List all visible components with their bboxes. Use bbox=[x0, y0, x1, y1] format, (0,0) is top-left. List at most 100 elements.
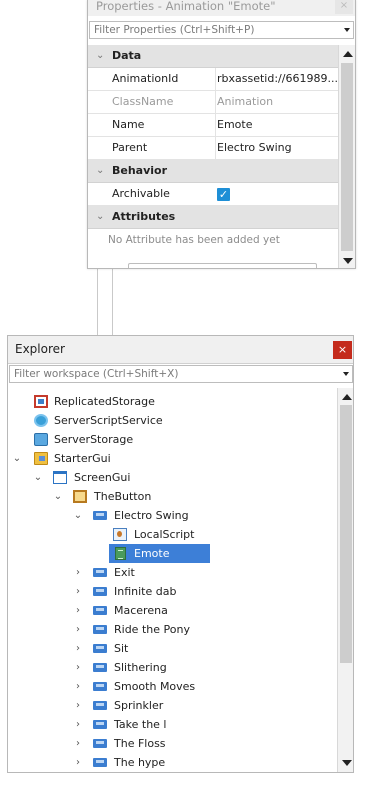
background-divider bbox=[112, 268, 113, 335]
properties-grid: ⌄ Data AnimationId rbxassetid://661989..… bbox=[88, 45, 338, 252]
property-row-animationid[interactable]: AnimationId rbxassetid://661989... bbox=[88, 68, 338, 91]
archivable-checkbox[interactable]: ✓ bbox=[217, 188, 230, 201]
tree-item-serverscriptservice[interactable]: ServerScriptService bbox=[8, 411, 336, 430]
animation-icon bbox=[93, 511, 107, 520]
explorer-filter-input[interactable]: Filter workspace (Ctrl+Shift+X) bbox=[9, 365, 353, 383]
scroll-up-icon[interactable] bbox=[342, 394, 352, 400]
properties-panel: Properties - Animation "Emote" × Filter … bbox=[87, 0, 356, 269]
explorer-title: Explorer bbox=[15, 342, 65, 356]
tree-item-electro-swing[interactable]: ⌄ Electro Swing bbox=[8, 506, 336, 525]
tree-item-infinite-dab[interactable]: › Infinite dab bbox=[8, 582, 336, 601]
tree-item-label: Exit bbox=[114, 566, 135, 579]
tree-item-label: The hype bbox=[114, 756, 166, 769]
chevron-down-icon[interactable] bbox=[343, 372, 349, 376]
tree-item-label: ServerStorage bbox=[54, 433, 134, 446]
tree-item-take-the-l[interactable]: › Take the l bbox=[8, 715, 336, 734]
animation-icon bbox=[93, 663, 107, 672]
property-value[interactable]: rbxassetid://661989... bbox=[215, 68, 340, 90]
explorer-scrollbar[interactable] bbox=[337, 388, 353, 772]
section-data-header[interactable]: ⌄ Data bbox=[88, 45, 338, 68]
property-row-name[interactable]: Name Emote bbox=[88, 114, 338, 137]
property-name: Parent bbox=[112, 141, 148, 154]
tree-item-thebutton[interactable]: ⌄ TheButton bbox=[8, 487, 336, 506]
tree-item-sprinkler[interactable]: › Sprinkler bbox=[8, 696, 336, 715]
add-attribute-button[interactable] bbox=[128, 263, 317, 268]
tree-item-label: TheButton bbox=[94, 490, 152, 503]
chevron-right-icon[interactable]: › bbox=[73, 677, 83, 696]
local-script-icon bbox=[113, 528, 127, 541]
chevron-right-icon[interactable]: › bbox=[73, 715, 83, 734]
scrollbar-thumb[interactable] bbox=[341, 63, 353, 251]
tree-item-slithering[interactable]: › Slithering bbox=[8, 658, 336, 677]
tree-item-label: The Floss bbox=[114, 737, 166, 750]
chevron-right-icon[interactable]: › bbox=[73, 639, 83, 658]
server-storage-icon bbox=[34, 433, 48, 446]
screen-gui-icon bbox=[53, 471, 67, 484]
tree-item-replicatedstorage[interactable]: ReplicatedStorage bbox=[8, 392, 336, 411]
chevron-right-icon[interactable]: › bbox=[73, 582, 83, 601]
animation-icon bbox=[93, 758, 107, 767]
properties-filter-placeholder: Filter Properties (Ctrl+Shift+P) bbox=[94, 24, 255, 36]
chevron-down-icon[interactable]: ⌄ bbox=[73, 506, 83, 525]
chevron-right-icon[interactable]: › bbox=[73, 601, 83, 620]
tree-item-the-floss[interactable]: › The Floss bbox=[8, 734, 336, 753]
animation-icon bbox=[93, 587, 107, 596]
tree-item-label: StarterGui bbox=[54, 452, 111, 465]
explorer-close-button[interactable]: × bbox=[333, 341, 352, 359]
animation-emote-icon bbox=[115, 547, 126, 560]
properties-filter-input[interactable]: Filter Properties (Ctrl+Shift+P) bbox=[89, 21, 354, 39]
section-behavior-header[interactable]: ⌄ Behavior bbox=[88, 160, 338, 183]
chevron-right-icon[interactable]: › bbox=[73, 696, 83, 715]
explorer-filter-placeholder: Filter workspace (Ctrl+Shift+X) bbox=[14, 368, 179, 380]
chevron-right-icon[interactable]: › bbox=[73, 753, 83, 772]
animation-icon bbox=[93, 644, 107, 653]
tree-item-emote[interactable]: Emote bbox=[109, 544, 336, 563]
tree-item-label: LocalScript bbox=[134, 528, 195, 541]
chevron-right-icon[interactable]: › bbox=[73, 620, 83, 639]
animation-icon bbox=[93, 568, 107, 577]
chevron-down-icon[interactable] bbox=[344, 28, 350, 32]
chevron-right-icon[interactable]: › bbox=[73, 658, 83, 677]
tree-item-ride-the-pony[interactable]: › Ride the Pony bbox=[8, 620, 336, 639]
scrollbar-thumb[interactable] bbox=[340, 405, 352, 663]
starter-gui-icon bbox=[34, 452, 48, 465]
chevron-down-icon[interactable]: ⌄ bbox=[12, 449, 22, 468]
tree-item-macerena[interactable]: › Macerena bbox=[8, 601, 336, 620]
tree-item-label: Macerena bbox=[114, 604, 168, 617]
properties-scrollbar[interactable] bbox=[338, 45, 355, 268]
tree-item-startergui[interactable]: ⌄ StarterGui bbox=[8, 449, 336, 468]
property-value[interactable]: Emote bbox=[215, 114, 340, 136]
chevron-down-icon[interactable]: ⌄ bbox=[33, 468, 43, 487]
properties-close-button[interactable]: × bbox=[335, 0, 353, 14]
tree-item-label: ScreenGui bbox=[74, 471, 131, 484]
property-value[interactable]: Electro Swing bbox=[215, 137, 340, 159]
property-name: Archivable bbox=[112, 187, 170, 200]
tree-item-exit[interactable]: › Exit bbox=[8, 563, 336, 582]
scroll-up-icon[interactable] bbox=[343, 51, 353, 57]
tree-item-localscript[interactable]: LocalScript bbox=[8, 525, 336, 544]
chevron-down-icon[interactable]: ⌄ bbox=[96, 45, 104, 67]
scroll-down-icon[interactable] bbox=[342, 760, 352, 766]
chevron-down-icon[interactable]: ⌄ bbox=[53, 487, 63, 506]
chevron-right-icon[interactable]: › bbox=[73, 563, 83, 582]
animation-icon bbox=[93, 682, 107, 691]
animation-icon bbox=[93, 720, 107, 729]
explorer-titlebar: Explorer bbox=[8, 336, 353, 364]
chevron-down-icon[interactable]: ⌄ bbox=[96, 160, 104, 182]
explorer-panel: Explorer × Filter workspace (Ctrl+Shift+… bbox=[7, 335, 354, 773]
tree-item-serverstorage[interactable]: ServerStorage bbox=[8, 430, 336, 449]
property-row-archivable[interactable]: Archivable ✓ bbox=[88, 183, 338, 206]
chevron-right-icon[interactable]: › bbox=[73, 734, 83, 753]
property-row-parent[interactable]: Parent Electro Swing bbox=[88, 137, 338, 160]
tree-item-sit[interactable]: › Sit bbox=[8, 639, 336, 658]
section-label: Attributes bbox=[112, 210, 176, 223]
chevron-down-icon[interactable]: ⌄ bbox=[96, 206, 104, 228]
tree-item-label: Smooth Moves bbox=[114, 680, 196, 693]
property-row-classname: ClassName Animation bbox=[88, 91, 338, 114]
tree-item-the-hype[interactable]: › The hype bbox=[8, 753, 336, 772]
section-attributes-header[interactable]: ⌄ Attributes bbox=[88, 206, 338, 229]
tree-item-screengui[interactable]: ⌄ ScreenGui bbox=[8, 468, 336, 487]
scroll-down-icon[interactable] bbox=[343, 258, 353, 264]
tree-item-label: ServerScriptService bbox=[54, 414, 163, 427]
tree-item-smooth-moves[interactable]: › Smooth Moves bbox=[8, 677, 336, 696]
